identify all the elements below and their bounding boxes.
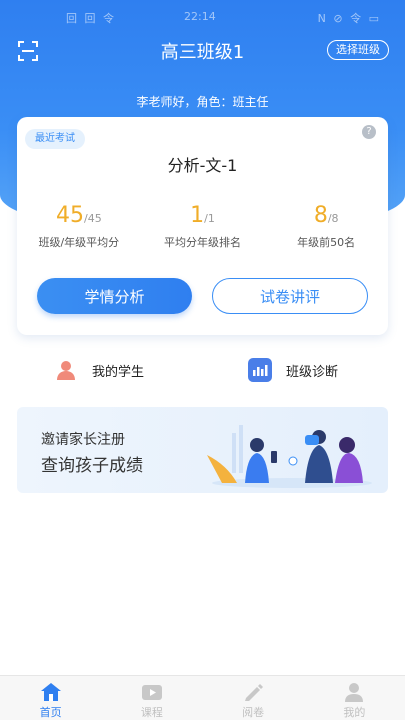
- greeting-text: 李老师好，角色：班主任: [136, 95, 269, 109]
- exam-stats: 45/45 班级/年级平均分 1/1 平均分年级排名 8/8 年级前50名: [17, 203, 388, 250]
- recent-exam-badge: 最近考试: [25, 129, 85, 149]
- video-icon: [141, 685, 162, 700]
- stat-value: 45: [55, 203, 84, 228]
- user-icon: [345, 683, 364, 702]
- bottom-tab-bar: 首页 课程 阅卷 我的: [0, 675, 405, 720]
- stat-total: /8: [327, 212, 339, 225]
- exam-name[interactable]: 分析-文-1: [17, 152, 388, 176]
- stat-label: 年级前50名: [297, 236, 356, 249]
- learning-analysis-button[interactable]: 学情分析: [37, 278, 192, 314]
- stat-average: 45/45 班级/年级平均分: [17, 203, 141, 250]
- chart-icon: [248, 358, 272, 382]
- status-right-icons: N ⊘ 令 ▭: [317, 12, 381, 25]
- paper-review-button[interactable]: 试卷讲评: [212, 278, 368, 314]
- tab-label: 课程: [140, 706, 163, 719]
- tab-mine[interactable]: 我的: [304, 676, 405, 720]
- status-bar: 回 回 令 22:14 N ⊘ 令 ▭: [0, 8, 405, 30]
- home-icon: [40, 683, 61, 701]
- stat-label: 平均分年级排名: [164, 236, 241, 249]
- class-diagnosis-label: 班级诊断: [286, 364, 339, 380]
- stat-value: 1: [190, 203, 205, 228]
- banner-illustration: [207, 425, 372, 488]
- tab-grading[interactable]: 阅卷: [203, 676, 304, 720]
- class-diagnosis-link[interactable]: 班级诊断: [248, 357, 338, 383]
- banner-line-1: 邀请家长注册: [41, 432, 125, 448]
- stat-total: /1: [204, 212, 215, 225]
- stat-top50: 8/8 年级前50名: [264, 203, 388, 250]
- tab-home[interactable]: 首页: [0, 676, 101, 720]
- tab-label: 阅卷: [242, 706, 265, 719]
- pencil-icon: [245, 684, 264, 701]
- help-icon[interactable]: ?: [362, 125, 376, 139]
- status-time: 22:14: [184, 10, 216, 23]
- stat-label: 班级/年级平均分: [38, 236, 120, 249]
- tab-label: 首页: [39, 706, 62, 719]
- my-students-label: 我的学生: [92, 364, 145, 380]
- recent-exam-card: 最近考试 ? 分析-文-1 45/45 班级/年级平均分 1/1 平均分年级排名…: [17, 117, 388, 335]
- banner-line-2: 查询孩子成绩: [41, 456, 143, 476]
- stat-total: /45: [83, 212, 102, 225]
- student-icon: [54, 358, 78, 382]
- status-left-icons: 回 回 令: [66, 12, 116, 25]
- my-students-link[interactable]: 我的学生: [54, 357, 144, 383]
- tab-courses[interactable]: 课程: [101, 676, 202, 720]
- stat-rank: 1/1 平均分年级排名: [141, 203, 265, 250]
- tab-label: 我的: [343, 706, 366, 719]
- stat-value: 8: [313, 203, 328, 228]
- invite-parents-banner[interactable]: 邀请家长注册 查询孩子成绩: [17, 407, 388, 493]
- select-class-button[interactable]: 选择班级: [327, 40, 389, 60]
